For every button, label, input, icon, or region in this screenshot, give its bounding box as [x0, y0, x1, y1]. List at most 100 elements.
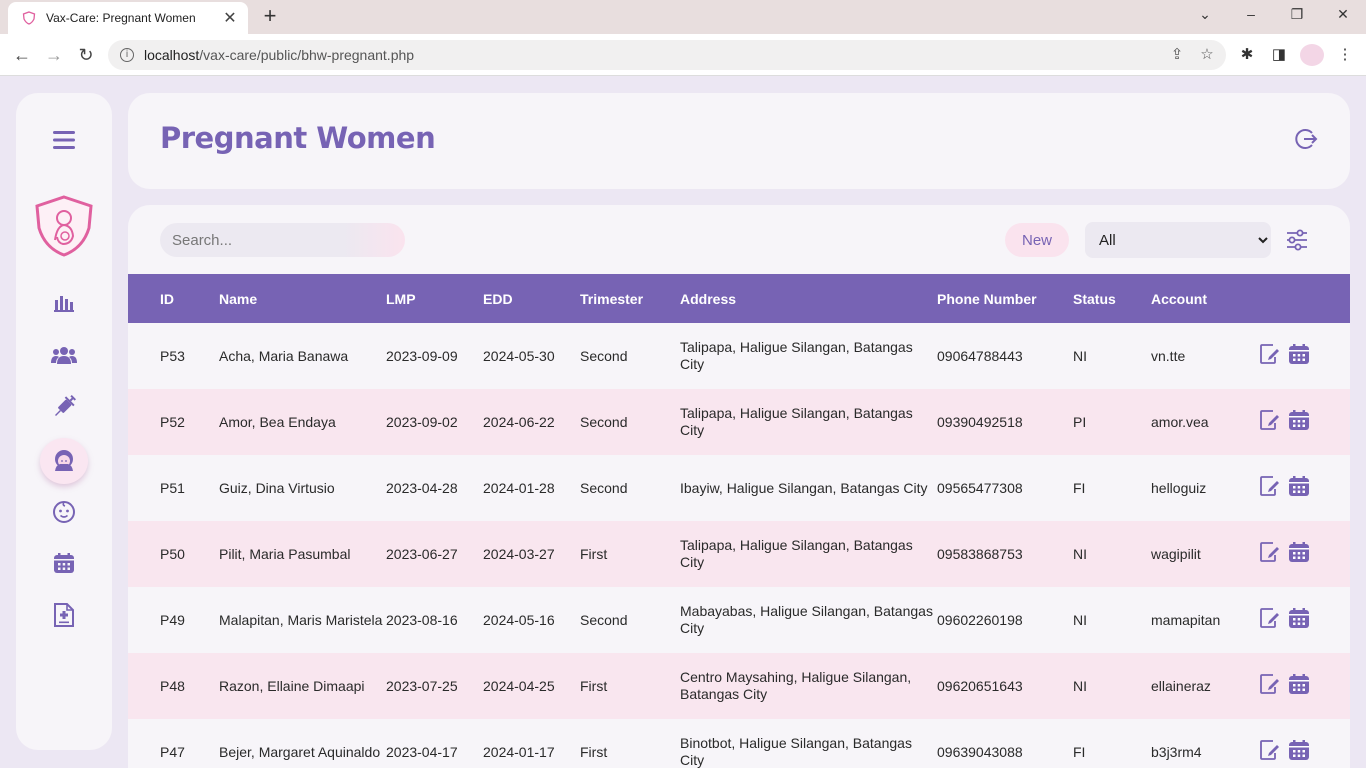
cell-lmp: 2023-08-16: [386, 611, 458, 628]
cell-address: Binotbot, Haligue Silangan, Batangas Cit…: [680, 735, 912, 768]
table-row[interactable]: P49 Malapitan, Maris Maristela 2023-08-16 2…: [128, 587, 1350, 653]
row-actions: [1259, 521, 1350, 587]
cell-id: P48: [160, 677, 185, 694]
cell-account: helloguiz: [1151, 479, 1207, 496]
schedule-calendar-icon[interactable]: [1289, 410, 1309, 434]
table-row[interactable]: P50 Pilit, Maria Pasumbal 2023-06-27 2024-0…: [128, 521, 1350, 587]
browser-tab[interactable]: Vax-Care: Pregnant Women ✕: [8, 2, 248, 34]
baby-face-icon[interactable]: [16, 492, 112, 532]
pregnant-women-table: ID Name LMP EDD Trimester Address Phone …: [128, 274, 1350, 768]
edit-icon[interactable]: [1259, 739, 1281, 765]
cell-name: Pilit, Maria Pasumbal: [219, 545, 351, 562]
column-header[interactable]: Trimester: [580, 274, 680, 323]
filter-sliders-icon[interactable]: [1286, 229, 1308, 251]
close-window-icon[interactable]: ✕: [1333, 6, 1353, 23]
edit-icon[interactable]: [1259, 673, 1281, 699]
cell-edd: 2024-04-25: [483, 677, 555, 694]
close-tab-icon[interactable]: ✕: [222, 8, 238, 28]
cell-phone: 09565477308: [937, 479, 1023, 496]
vax-care-logo: [16, 193, 112, 259]
schedule-calendar-icon[interactable]: [1289, 344, 1309, 368]
cell-trimester: Second: [580, 479, 628, 496]
medical-report-icon[interactable]: [16, 595, 112, 635]
pregnant-woman-icon[interactable]: [16, 441, 112, 481]
logout-icon[interactable]: [1294, 127, 1318, 151]
schedule-calendar-icon[interactable]: [1289, 740, 1309, 764]
extensions-puzzle-icon[interactable]: ✱: [1238, 46, 1256, 64]
column-header[interactable]: LMP: [386, 274, 483, 323]
cell-status: NI: [1073, 545, 1087, 562]
cell-name: Guiz, Dina Virtusio: [219, 479, 335, 496]
cell-trimester: Second: [580, 611, 628, 628]
table-header-row: ID Name LMP EDD Trimester Address Phone …: [128, 274, 1350, 323]
cell-edd: 2024-03-27: [483, 545, 555, 562]
column-header[interactable]: EDD: [483, 274, 580, 323]
column-header[interactable]: Address: [680, 274, 937, 323]
back-icon[interactable]: ←: [10, 43, 34, 67]
edit-icon[interactable]: [1259, 343, 1281, 369]
hamburger-menu-icon[interactable]: [16, 120, 112, 160]
bookmark-star-icon[interactable]: ☆: [1198, 46, 1216, 64]
restore-icon[interactable]: ❐: [1287, 6, 1307, 23]
cell-address: Mabayabas, Haligue Silangan, Batangas Ci…: [680, 603, 933, 636]
cell-phone: 09639043088: [937, 743, 1023, 760]
syringe-icon[interactable]: [16, 387, 112, 427]
reload-icon[interactable]: ↻: [74, 43, 98, 67]
schedule-calendar-icon[interactable]: [1289, 476, 1309, 500]
tab-search-chevron-icon[interactable]: ⌄: [1195, 6, 1215, 23]
cell-account: vn.tte: [1151, 347, 1186, 364]
side-panel-icon[interactable]: ◨: [1270, 46, 1288, 64]
browser-menu-icon[interactable]: ⋮: [1336, 46, 1354, 64]
cell-trimester: Second: [580, 413, 628, 430]
records-panel: New All ID Name LMP EDD Trimester Addres…: [128, 205, 1350, 768]
table-row[interactable]: P53 Acha, Maria Banawa 2023-09-09 2024-05-3…: [128, 323, 1350, 389]
edit-icon[interactable]: [1259, 541, 1281, 567]
site-info-icon[interactable]: i: [120, 48, 134, 62]
schedule-calendar-icon[interactable]: [1289, 542, 1309, 566]
cell-name: Razon, Ellaine Dimaapi: [219, 677, 365, 694]
calendar-icon[interactable]: [16, 543, 112, 583]
users-group-icon[interactable]: [16, 335, 112, 375]
table-row[interactable]: P51 Guiz, Dina Virtusio 2023-04-28 2024-01-…: [128, 455, 1350, 521]
cell-lmp: 2023-04-17: [386, 743, 458, 760]
cell-id: P50: [160, 545, 185, 562]
cell-status: PI: [1073, 413, 1087, 430]
cell-lmp: 2023-09-02: [386, 413, 458, 430]
edit-icon[interactable]: [1259, 607, 1281, 633]
cell-name: Bejer, Margaret Aquinaldo: [219, 743, 381, 760]
column-header[interactable]: Account: [1151, 274, 1259, 323]
cell-name: Acha, Maria Banawa: [219, 347, 349, 364]
edit-icon[interactable]: [1259, 409, 1281, 435]
share-icon[interactable]: ⇪: [1168, 46, 1186, 64]
row-actions: [1259, 323, 1350, 389]
table-row[interactable]: P47 Bejer, Margaret Aquinaldo 2023-04-17 20…: [128, 719, 1350, 768]
column-header[interactable]: Status: [1073, 274, 1151, 323]
schedule-calendar-icon[interactable]: [1289, 608, 1309, 632]
schedule-calendar-icon[interactable]: [1289, 674, 1309, 698]
table-row[interactable]: P48 Razon, Ellaine Dimaapi 2023-07-25 2024-…: [128, 653, 1350, 719]
address-bar[interactable]: i localhost/vax-care/public/bhw-pregnant…: [108, 40, 1226, 70]
row-actions: [1259, 455, 1350, 521]
column-header[interactable]: Name: [219, 274, 386, 323]
column-header[interactable]: ID: [128, 274, 219, 323]
dashboard-chart-icon[interactable]: [16, 283, 112, 323]
forward-icon[interactable]: →: [42, 43, 66, 67]
cell-trimester: First: [580, 545, 608, 562]
cell-edd: 2024-01-17: [483, 743, 555, 760]
cell-account: ellaineraz: [1151, 677, 1211, 694]
table-row[interactable]: P52 Amor, Bea Endaya 2023-09-02 2024-06-22 S…: [128, 389, 1350, 455]
cell-status: NI: [1073, 677, 1087, 694]
sidebar: [16, 93, 112, 750]
new-tab-icon[interactable]: +: [260, 5, 280, 27]
status-filter-select[interactable]: All: [1085, 222, 1271, 258]
cell-address: Ibayiw, Haligue Silangan, Batangas City: [680, 479, 928, 496]
cell-account: amor.vea: [1151, 413, 1209, 430]
edit-icon[interactable]: [1259, 475, 1281, 501]
cell-trimester: First: [580, 677, 608, 694]
column-header[interactable]: Phone Number: [937, 274, 1073, 323]
profile-avatar[interactable]: [1300, 44, 1324, 66]
minimize-icon[interactable]: –: [1241, 6, 1261, 22]
new-record-button[interactable]: New: [1005, 223, 1069, 257]
row-actions: [1259, 389, 1350, 455]
search-input[interactable]: [160, 223, 405, 257]
